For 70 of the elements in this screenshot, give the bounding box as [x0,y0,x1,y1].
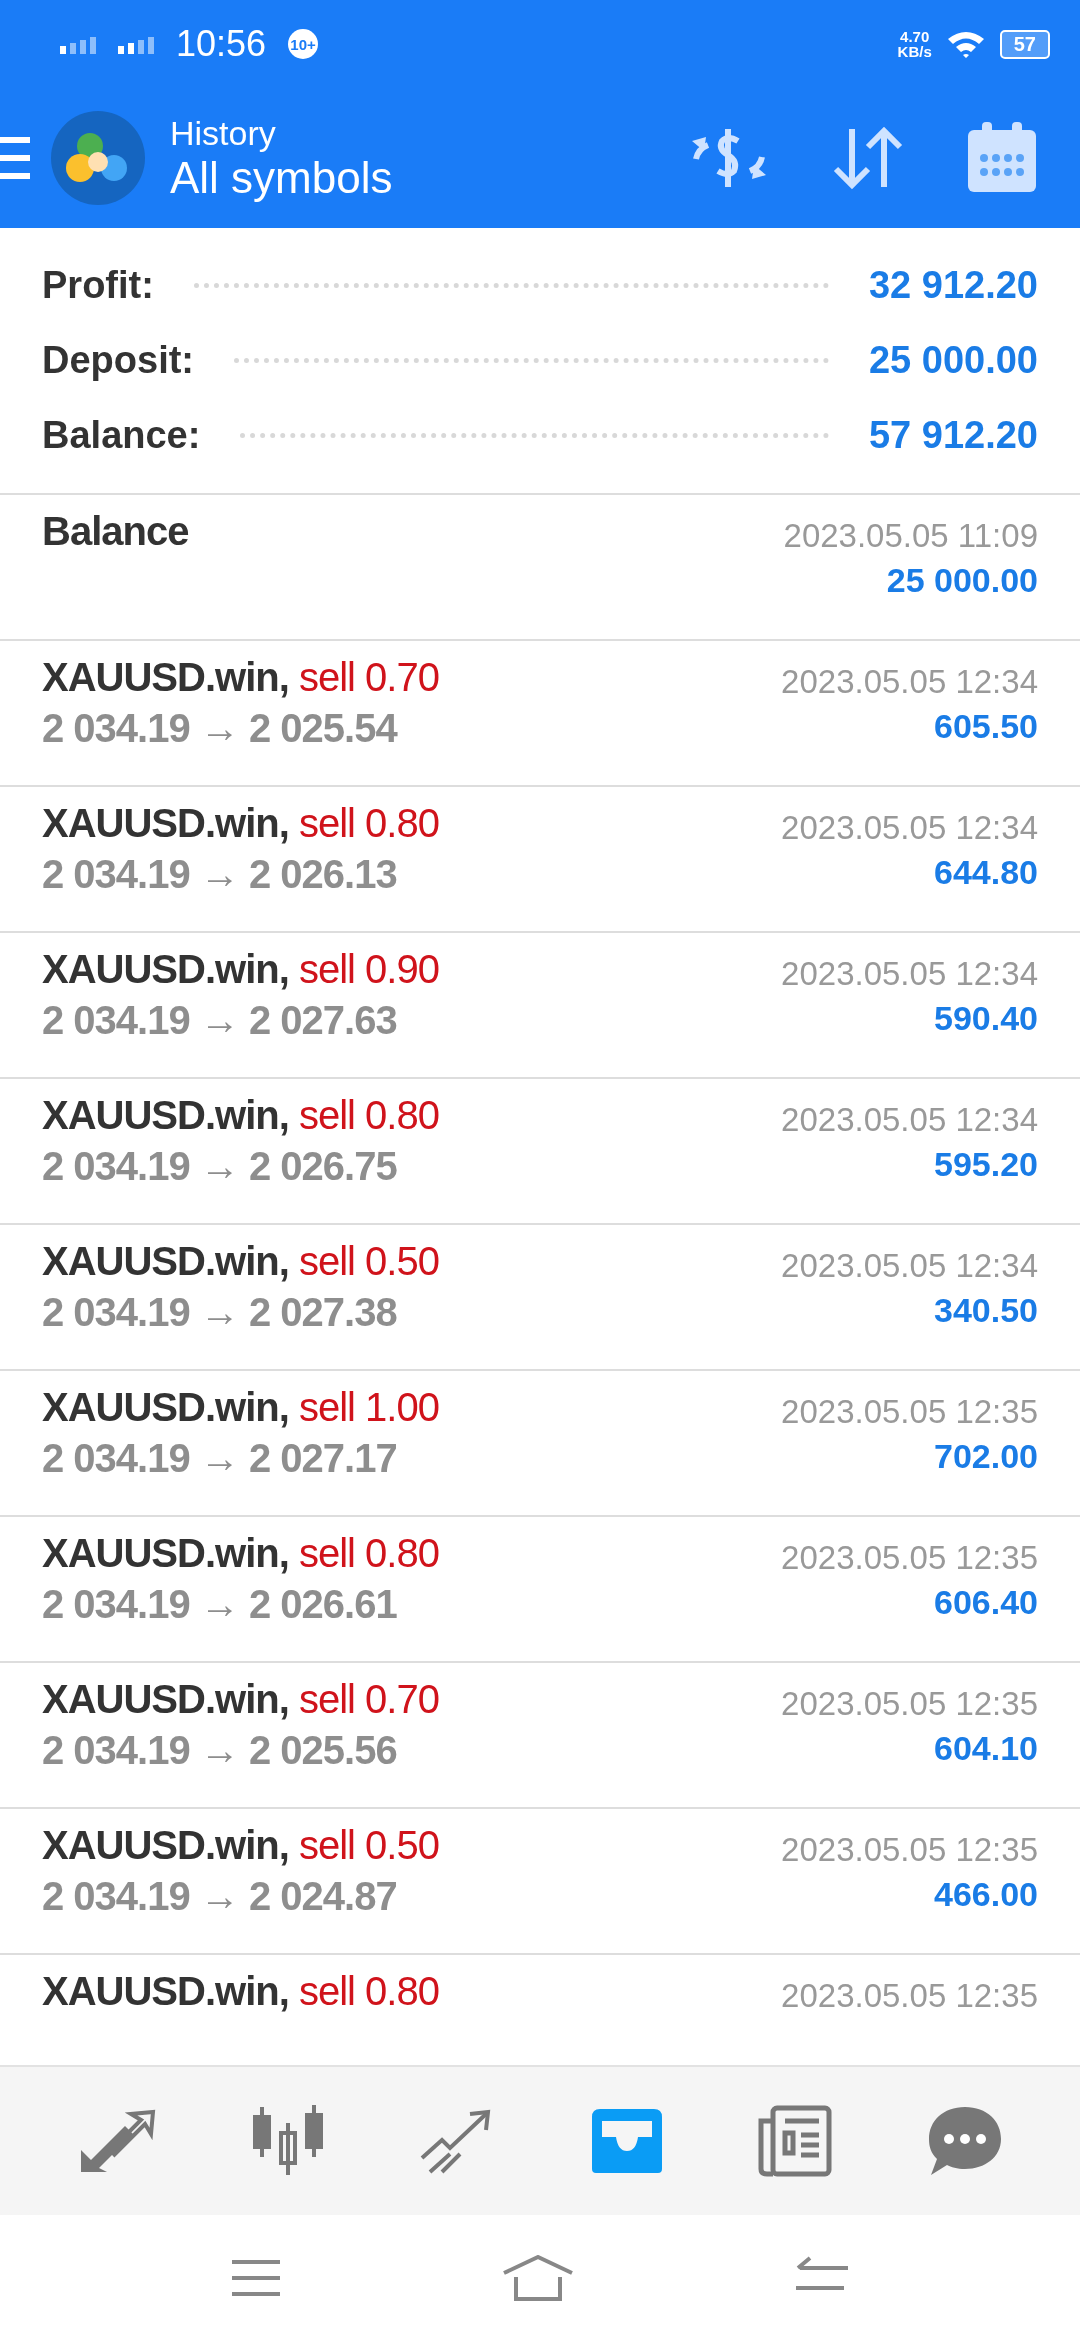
battery-indicator: 57 [999,29,1050,59]
deal-profit: 340.50 [934,1291,1038,1330]
deal-profit: 606.40 [934,1583,1038,1622]
deal-title: XAUUSD.win, sell 0.80 [42,801,439,846]
deal-row[interactable]: XAUUSD.win, sell 0.50 2 034.19 → 2 024.87 2023.05.05 12:35 466.00 [0,1809,1080,1955]
summary-value: 57 912.20 [868,414,1038,457]
summary-label: Balance: [42,414,201,457]
deal-title: XAUUSD.win, sell 0.50 [42,1823,439,1868]
deal-amount: 25 000.00 [886,561,1038,600]
deal-prices: 2 034.19 → 2 025.56 [42,1728,398,1773]
deal-profit: 605.50 [934,707,1038,746]
deal-profit: 590.40 [934,999,1038,1038]
app-logo-icon [50,110,146,206]
deal-row[interactable]: XAUUSD.win, sell 0.70 2 034.19 → 2 025.54 2023.05.05 12:34 605.50 [0,641,1080,787]
deal-row[interactable]: XAUUSD.win, sell 1.00 2 034.19 → 2 027.17 2023.05.05 12:35 702.00 [0,1371,1080,1517]
balance-label: Balance [42,509,189,554]
deal-title: XAUUSD.win, sell 0.80 [42,1531,439,1576]
menu-icon[interactable] [230,2257,282,2298]
deal-profit: 595.20 [934,1145,1038,1184]
summary-label: Deposit: [42,339,194,382]
network-speed: 4.70 KB/s [897,29,932,59]
deal-title: XAUUSD.win, sell 0.70 [42,1677,439,1722]
deal-row[interactable]: XAUUSD.win, sell 0.80 2 034.19 → 2 026.61 2023.05.05 12:35 606.40 [0,1517,1080,1663]
deal-row[interactable]: XAUUSD.win, sell 0.80 2 034.19 → 2 026.13 2023.05.05 12:34 644.80 [0,787,1080,933]
clock: 10:56 [176,23,267,65]
home-icon[interactable] [502,2254,574,2301]
deal-time: 2023.05.05 12:34 [781,1247,1038,1285]
deal-prices: 2 034.19 → 2 025.54 [42,706,399,751]
deal-prices: 2 034.19 → 2 027.63 [42,998,398,1043]
deal-prices: 2 034.19 → 2 026.75 [42,1144,398,1189]
deal-time: 2023.05.05 12:35 [781,1977,1038,2015]
deal-title: XAUUSD.win, sell 0.90 [42,947,439,992]
deal-row[interactable]: XAUUSD.win, sell 0.70 2 034.19 → 2 025.56 2023.05.05 12:35 604.10 [0,1663,1080,1809]
deal-row[interactable]: XAUUSD.win, sell 0.90 2 034.19 → 2 027.63 2023.05.05 12:34 590.40 [0,933,1080,1079]
deal-row[interactable]: XAUUSD.win, sell 0.50 2 034.19 → 2 027.38 2023.05.05 12:34 340.50 [0,1225,1080,1371]
deal-title: XAUUSD.win, sell 0.80 [42,1093,439,1138]
deal-prices: 2 034.19 → 2 026.61 [42,1582,398,1627]
deal-row[interactable]: XAUUSD.win, sell 0.80 2 034.19 → 2 026.75 2023.05.05 12:34 595.20 [0,1079,1080,1225]
chat-bubble-icon [927,2105,1004,2177]
symbol-filter[interactable]: All symbols [170,152,393,203]
deal-time: 2023.05.05 12:35 [781,1393,1038,1431]
deal-time: 2023.05.05 12:35 [781,1685,1038,1723]
deal-prices: 2 034.19 → 2 027.38 [42,1290,398,1335]
deal-title: XAUUSD.win, sell 1.00 [42,1385,439,1430]
deal-time: 2023.05.05 12:35 [781,1831,1038,1869]
deal-time: 2023.05.05 12:34 [781,1101,1038,1139]
deal-prices: 2 034.19 → 2 024.87 [42,1874,398,1919]
deal-profit: 466.00 [934,1875,1038,1914]
deal-profit: 604.10 [934,1729,1038,1768]
deal-time: 2023.05.05 11:09 [783,517,1038,555]
calendar-icon[interactable] [966,122,1038,194]
deal-profit: 702.00 [934,1437,1038,1476]
newspaper-icon [757,2105,834,2177]
deal-time: 2023.05.05 12:34 [781,663,1038,701]
deal-time: 2023.05.05 12:34 [781,955,1038,993]
summary-value: 25 000.00 [868,339,1038,382]
deal-prices: 2 034.19 → 2 026.13 [42,852,398,897]
deal-time: 2023.05.05 12:34 [781,809,1038,847]
deal-profit: 644.80 [934,853,1038,892]
notification-badge: 10+ [288,29,319,59]
inbox-icon [589,2107,664,2175]
deal-time: 2023.05.05 12:35 [781,1539,1038,1577]
summary-label: Profit: [42,264,154,307]
menu-icon[interactable] [0,135,30,181]
summary-value: 32 912.20 [868,264,1038,307]
deal-title: XAUUSD.win, sell 0.50 [42,1239,439,1284]
deal-title: XAUUSD.win, sell 0.70 [42,655,439,700]
deal-title: XAUUSD.win, sell 0.80 [42,1969,439,2014]
deal-prices: 2 034.19 → 2 027.17 [42,1436,398,1481]
screen-title: History [170,113,277,153]
